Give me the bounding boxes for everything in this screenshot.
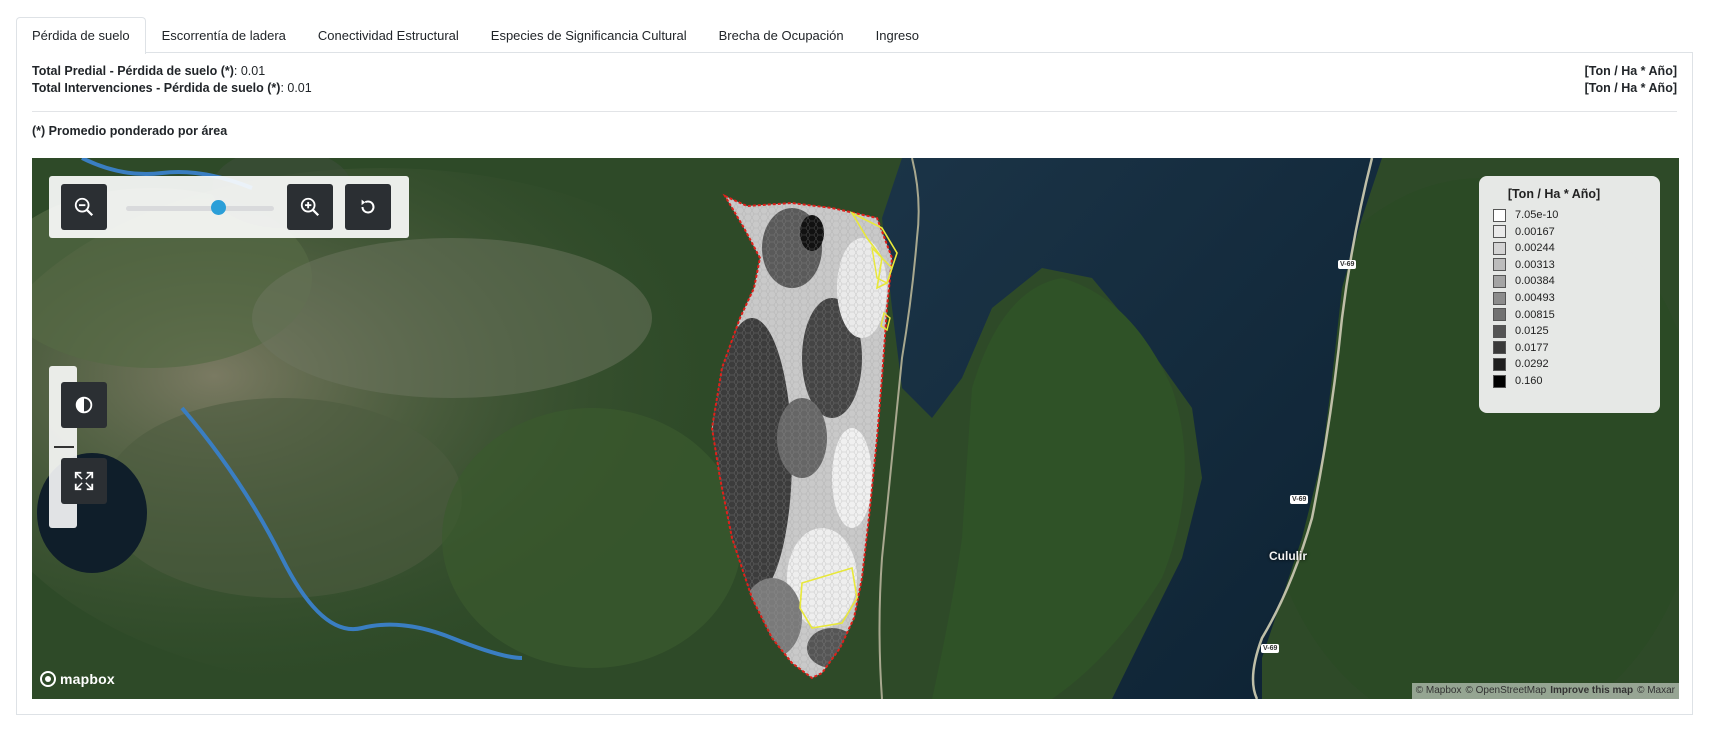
legend-item: 0.00815 [1493, 307, 1555, 323]
tab-escorrentia-de-ladera[interactable]: Escorrentía de ladera [146, 17, 302, 53]
tab-conectividad-estructural[interactable]: Conectividad Estructural [302, 17, 475, 53]
contrast-icon [75, 396, 93, 414]
satellite-basemap [32, 158, 1679, 699]
road-label-v69-middle: V-69 [1290, 495, 1309, 504]
total-predial-unit: [Ton / Ha * Año] [1584, 64, 1677, 78]
improve-map-link[interactable]: Improve this map [1550, 683, 1633, 699]
total-predial-stat: Total Predial - Pérdida de suelo (*): 0.… [32, 63, 265, 79]
legend-item: 0.0177 [1493, 340, 1549, 356]
legend-item: 0.0125 [1493, 323, 1549, 339]
legend-label: 0.00815 [1515, 308, 1555, 321]
map-attribution: © Mapbox © OpenStreetMap Improve this ma… [1411, 683, 1679, 699]
zoom-slider-thumb[interactable] [210, 200, 226, 215]
legend-title: [Ton / Ha * Año] [1507, 187, 1601, 201]
zoom-in-button[interactable] [287, 184, 333, 230]
legend-label: 7.05e-10 [1515, 209, 1559, 221]
place-label-cululir: Cululir [1269, 549, 1307, 563]
weighted-average-note: (*) Promedio ponderado por área [32, 124, 228, 138]
zoom-control [49, 176, 409, 238]
total-intervenciones-stat: Total Intervenciones - Pérdida de suelo … [32, 80, 312, 96]
legend-swatch [1493, 291, 1506, 305]
tab-panel: Total Predial - Pérdida de suelo (*): 0.… [16, 53, 1693, 715]
legend-swatch [1493, 208, 1506, 222]
fullscreen-icon [74, 471, 94, 491]
mapbox-logo-icon [40, 671, 56, 687]
legend-item: 0.0292 [1493, 356, 1549, 372]
legend-item: 0.00384 [1493, 273, 1555, 289]
legend-label: 0.0177 [1515, 341, 1549, 354]
zoom-out-button[interactable] [61, 184, 107, 230]
legend-swatch [1493, 324, 1506, 338]
legend-item: 0.00167 [1493, 224, 1555, 240]
attribution-mapbox-link[interactable]: © Mapbox [1416, 683, 1462, 699]
total-predial-label: Total Predial - Pérdida de suelo (*) [32, 64, 234, 78]
tab-ingreso[interactable]: Ingreso [860, 17, 935, 53]
total-predial-value: : 0.01 [233, 64, 266, 78]
legend-label: 0.00244 [1515, 242, 1555, 255]
legend-item: 7.05e-10 [1493, 207, 1558, 223]
legend-swatch [1493, 241, 1506, 255]
toolbar-divider [54, 446, 74, 448]
legend-swatch [1493, 374, 1506, 388]
legend-swatch [1493, 341, 1506, 355]
legend-item: 0.160 [1493, 373, 1543, 389]
legend-label: 0.160 [1515, 375, 1543, 387]
divider [32, 111, 1677, 112]
total-intervenciones-value: : 0.01 [280, 81, 312, 95]
legend-label: 0.00313 [1515, 258, 1555, 271]
legend-swatch [1493, 274, 1506, 288]
legend-label: 0.0292 [1515, 358, 1549, 371]
map-legend: [Ton / Ha * Año] 7.05e-10 0.00167 0.00244 0… [1479, 176, 1660, 413]
legend-swatch [1493, 258, 1506, 272]
legend-item: 0.00493 [1493, 290, 1555, 306]
legend-item: 0.00244 [1493, 240, 1555, 256]
tab-brecha-de-ocupacion[interactable]: Brecha de Ocupación [703, 17, 860, 53]
legend-swatch [1493, 225, 1506, 239]
legend-label: 0.00384 [1515, 275, 1555, 288]
legend-label: 0.00167 [1515, 225, 1555, 238]
road-label-v69-north: V-69 [1338, 260, 1357, 269]
legend-swatch [1493, 308, 1506, 322]
legend-swatch [1493, 357, 1506, 371]
fullscreen-button[interactable] [61, 458, 107, 504]
map-view[interactable]: V-69 V-69 V-69 Cululir [Ton / Ha * Año] … [32, 158, 1679, 699]
mapbox-logo[interactable]: mapbox [40, 671, 115, 687]
legend-label: 0.0125 [1515, 325, 1549, 338]
attribution-osm-link[interactable]: © OpenStreetMap [1466, 683, 1547, 699]
mapbox-logo-text: mapbox [60, 671, 115, 687]
total-intervenciones-unit: [Ton / Ha * Año] [1584, 81, 1677, 95]
tab-especies-significancia-cultural[interactable]: Especies de Significancia Cultural [475, 17, 703, 53]
legend-item: 0.00313 [1493, 257, 1555, 273]
zoom-in-icon [300, 197, 320, 217]
reset-icon [361, 199, 375, 214]
tab-perdida-de-suelo[interactable]: Pérdida de suelo [16, 17, 146, 54]
legend-label: 0.00493 [1515, 292, 1555, 304]
contrast-toggle-button[interactable] [61, 382, 107, 428]
reset-view-button[interactable] [345, 184, 391, 230]
zoom-out-icon [74, 197, 94, 217]
total-intervenciones-label: Total Intervenciones - Pérdida de suelo … [32, 81, 281, 95]
road-label-v69-south: V-69 [1261, 644, 1280, 653]
tab-bar: Pérdida de suelo Escorrentía de ladera C… [16, 17, 1693, 54]
attribution-maxar-link[interactable]: © Maxar [1637, 683, 1675, 699]
zoom-slider-track[interactable] [126, 206, 274, 211]
map-side-toolbar [49, 366, 107, 528]
